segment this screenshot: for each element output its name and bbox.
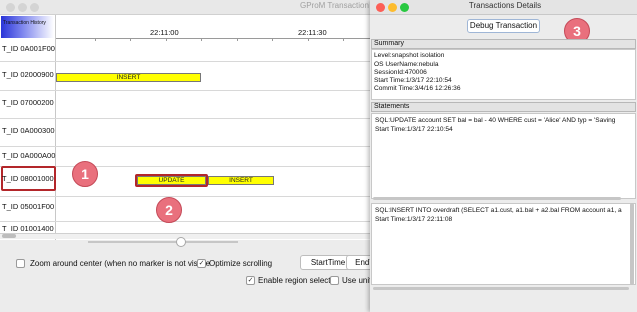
summary-session-id: SessionId:470006 xyxy=(374,69,427,76)
statement-pane-1[interactable]: SQL:UPDATE account SET bal = bal - 40 WH… xyxy=(371,113,636,199)
summary-level: Level:snapshot isolation xyxy=(374,52,445,59)
axis-tick xyxy=(272,38,273,41)
transaction-row-label[interactable]: T_ID 02000900 xyxy=(2,70,54,79)
time-label: 22:11:00 xyxy=(150,28,179,37)
transaction-row-label[interactable]: T_ID 0A000300 xyxy=(2,126,55,135)
transaction-row-label[interactable]: T_ID 07000200 xyxy=(2,98,54,107)
statement-1-start-time: Start Time:1/3/17 22:10:54 xyxy=(375,126,453,133)
uniform-checkbox[interactable] xyxy=(330,276,339,285)
axis-tick xyxy=(201,38,202,41)
insert-operation-bar[interactable]: INSERT xyxy=(56,73,201,82)
minimize-window-icon[interactable] xyxy=(18,3,27,12)
time-label: 22:11:30 xyxy=(298,28,327,37)
timeline-area[interactable] xyxy=(56,15,372,240)
row-divider xyxy=(0,90,372,91)
transaction-row-label[interactable]: T_ID 0A001F00 xyxy=(2,44,55,53)
statement-1-hscroll[interactable] xyxy=(373,197,621,200)
transaction-row-label[interactable]: T_ID 01001400 xyxy=(2,224,54,232)
horizontal-scrollbar[interactable] xyxy=(0,233,372,239)
transaction-row-label[interactable]: T_ID 05001F00 xyxy=(2,202,54,211)
zoom-center-checkbox[interactable] xyxy=(16,259,25,268)
horizontal-scrollbar-thumb[interactable] xyxy=(2,234,16,238)
insert-operation-bar[interactable]: INSERT xyxy=(208,176,274,185)
axis-tick xyxy=(343,38,344,41)
axis-tick xyxy=(130,38,131,41)
details-window-title: Transactions Details xyxy=(468,1,542,10)
axis-tick xyxy=(237,38,238,41)
region-select-label: Enable region select xyxy=(258,276,331,285)
statement-1-sql: SQL:UPDATE account SET bal = bal - 40 WH… xyxy=(375,117,616,124)
zoom-slider-knob[interactable] xyxy=(176,237,186,247)
statement-2-hscroll[interactable] xyxy=(373,287,629,290)
region-select-checkbox[interactable]: ✓ xyxy=(246,276,255,285)
close-window-icon[interactable] xyxy=(6,3,15,12)
row-divider xyxy=(0,196,372,197)
zoom-slider-track[interactable] xyxy=(88,241,238,243)
statement-2-sql: SQL:INSERT INTO overdraft (SELECT a1.cus… xyxy=(375,207,622,214)
optimize-scrolling-checkbox[interactable]: ✓ xyxy=(197,259,206,268)
transaction-history-label: Transaction History xyxy=(3,20,46,26)
annotation-badge-2: 2 xyxy=(156,197,182,223)
time-axis xyxy=(56,38,372,39)
row-divider xyxy=(0,118,372,119)
statement-2-start-time: Start Time:1/3/17 22:11:08 xyxy=(375,216,453,223)
summary-os-username: OS UserName:nebula xyxy=(374,61,439,68)
statement-pane-2[interactable]: SQL:INSERT INTO overdraft (SELECT a1.cus… xyxy=(371,203,636,285)
zoom-window-icon[interactable] xyxy=(30,3,39,12)
transaction-history-header: Transaction History xyxy=(1,16,54,38)
zoom-window-icon[interactable] xyxy=(400,3,409,12)
zoom-center-label: Zoom around center (when no marker is no… xyxy=(30,259,211,268)
row-divider xyxy=(0,146,372,147)
summary-start-time: Start Time:1/3/17 22:10:54 xyxy=(374,77,452,84)
close-window-icon[interactable] xyxy=(376,3,385,12)
statements-vscroll[interactable] xyxy=(630,203,634,285)
statements-section-header: Statements xyxy=(371,102,636,112)
summary-section-header: Summary xyxy=(371,39,636,49)
update-operation-bar[interactable]: UPDATE xyxy=(137,176,206,185)
row-divider xyxy=(0,61,372,62)
summary-commit-time: Commit Time:3/4/16 12:26:36 xyxy=(374,85,461,92)
debug-transaction-button[interactable]: Debug Transaction xyxy=(467,19,540,33)
axis-tick xyxy=(166,38,167,41)
transaction-row-label[interactable]: T_ID 0A000A00 xyxy=(2,151,55,160)
row-divider xyxy=(0,221,372,222)
main-window-title: GProM Transaction Debugger xyxy=(300,1,407,10)
annotation-badge-1: 1 xyxy=(72,161,98,187)
axis-tick xyxy=(308,38,309,41)
optimize-scrolling-label: Optimize scrolling xyxy=(209,259,273,268)
transaction-row-label[interactable]: T_ID 08001000 xyxy=(2,174,54,183)
axis-tick xyxy=(95,38,96,41)
minimize-window-icon[interactable] xyxy=(388,3,397,12)
